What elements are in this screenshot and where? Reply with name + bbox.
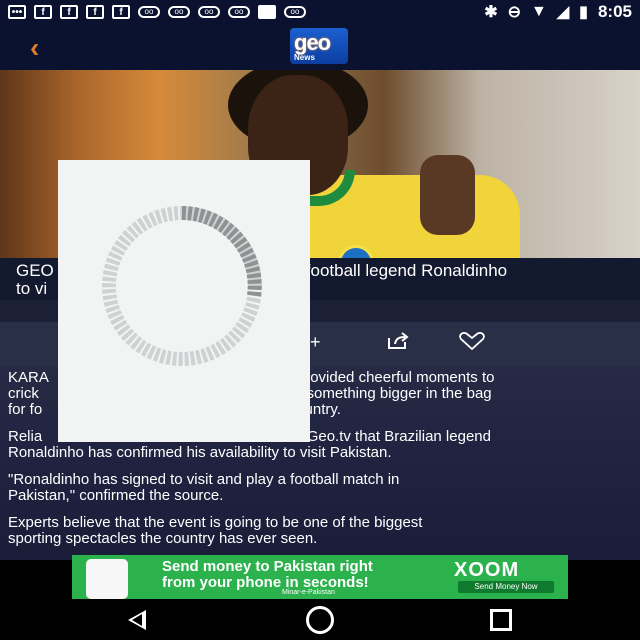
facebook-icon: f	[112, 5, 130, 19]
voicemail-icon: oo	[168, 6, 190, 18]
nav-home-icon[interactable]	[306, 606, 334, 634]
clock: 8:05	[597, 2, 632, 21]
ad-text: Send money to Pakistan right	[162, 558, 373, 575]
ad-brand-logo: XOOM	[454, 559, 520, 581]
nav-recents-icon[interactable]	[490, 609, 512, 631]
ad-footnote: Minar-e-Pakistan	[282, 589, 335, 596]
headline-fragment: to vi	[16, 279, 48, 298]
loading-spinner-icon	[102, 206, 262, 366]
battery-icon: ▮	[579, 4, 588, 21]
facebook-icon: f	[60, 5, 78, 19]
voicemail-icon: oo	[284, 6, 306, 18]
nav-back-icon[interactable]	[128, 610, 146, 630]
facebook-icon: f	[34, 5, 52, 19]
status-bar: ••• f f f f oo oo oo oo oo ✱ ⊖ ▼ ◢ ▮ 8:0…	[0, 0, 640, 24]
signal-icon: ◢	[556, 4, 570, 21]
image-icon	[258, 5, 276, 19]
ad-text: from your phone in seconds!	[162, 574, 369, 591]
ad-cta-button[interactable]: Send Money Now	[458, 581, 554, 593]
voicemail-icon: oo	[198, 6, 220, 18]
logo-subtext: News	[294, 53, 315, 62]
voicemail-icon: oo	[138, 6, 160, 18]
article-paragraph: Experts believe that the event is going …	[8, 514, 423, 547]
headline-fragment: GEO	[16, 261, 54, 280]
phone-image	[86, 559, 128, 599]
favorite-icon[interactable]	[458, 332, 486, 355]
message-icon: •••	[8, 5, 26, 19]
article-paragraph: "Ronaldinho has signed to visit and play…	[8, 471, 400, 504]
app-toolbar: ‹ geo News	[0, 24, 640, 70]
notification-icons: ••• f f f f oo oo oo oo oo	[8, 5, 306, 19]
geo-news-logo: geo News	[290, 28, 348, 64]
headline-fragment: football legend Ronaldinho	[305, 261, 508, 280]
share-icon[interactable]	[387, 332, 411, 355]
system-nav-bar	[0, 600, 640, 640]
back-button[interactable]: ‹	[30, 32, 39, 64]
loading-overlay	[58, 160, 310, 442]
bluetooth-icon: ✱	[484, 4, 498, 21]
dnd-icon: ⊖	[507, 4, 521, 21]
ad-banner[interactable]: Send money to Pakistan right from your p…	[72, 555, 568, 599]
voicemail-icon: oo	[228, 6, 250, 18]
wifi-icon: ▼	[531, 3, 547, 20]
system-icons: ✱ ⊖ ▼ ◢ ▮ 8:05	[484, 2, 632, 22]
facebook-icon: f	[86, 5, 104, 19]
